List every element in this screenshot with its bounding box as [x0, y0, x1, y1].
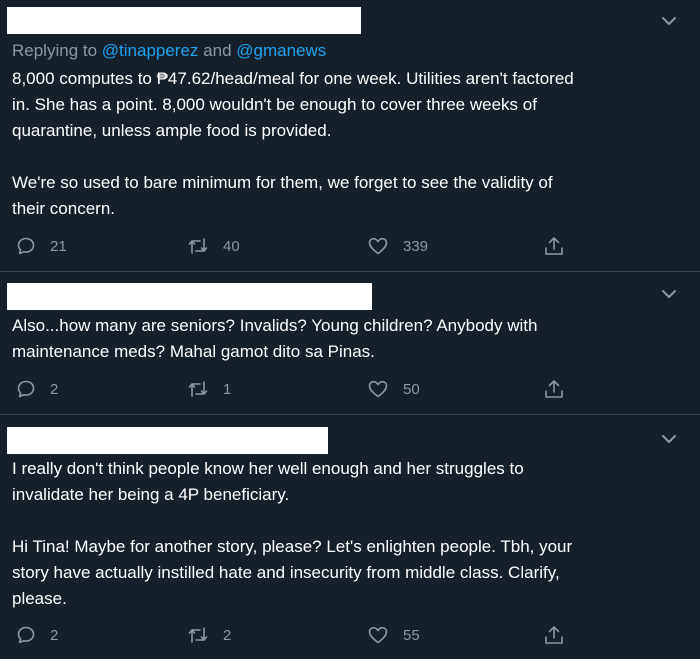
reply-button[interactable]: 21	[16, 231, 67, 261]
like-button[interactable]: 339	[367, 231, 428, 261]
reply-button[interactable]: 2	[16, 620, 58, 650]
retweet-button[interactable]: 1	[187, 374, 231, 404]
replying-to: Replying to @tinapperez and @gmanews	[12, 41, 326, 61]
redacted-username	[7, 283, 372, 310]
like-count: 50	[403, 380, 420, 398]
tweet-2[interactable]: Also...how many are seniors? Invalids? Y…	[0, 272, 700, 413]
replying-to-label: Replying to	[12, 41, 102, 60]
share-icon	[543, 235, 565, 257]
heart-icon	[367, 625, 389, 645]
speech-bubble-icon	[16, 379, 36, 399]
retweet-icon	[187, 236, 209, 256]
share-icon	[543, 378, 565, 400]
tweet-1[interactable]: Replying to @tinapperez and @gmanews 8,0…	[0, 0, 700, 270]
retweet-count: 2	[223, 626, 232, 644]
reply-count: 2	[50, 380, 59, 398]
share-icon	[543, 624, 565, 646]
like-count: 339	[403, 237, 429, 255]
tweet-actions: 2 1 50	[0, 374, 700, 404]
tweet-actions: 2 2 55	[0, 620, 700, 650]
mention-link[interactable]: @tinapperez	[102, 41, 199, 60]
redacted-username	[7, 427, 328, 454]
reply-count: 21	[50, 237, 67, 255]
like-count: 55	[403, 626, 420, 644]
tweet-text: I really don't think people know her wel…	[12, 459, 573, 608]
tweet-text: Also...how many are seniors? Invalids? Y…	[12, 316, 538, 361]
replying-to-and: and	[198, 41, 237, 60]
retweet-count: 40	[223, 237, 240, 255]
tweet-3[interactable]: I really don't think people know her wel…	[0, 415, 700, 659]
reply-button[interactable]: 2	[16, 374, 58, 404]
share-button[interactable]	[543, 620, 565, 650]
tweet-actions: 21 40 339	[0, 231, 700, 261]
chevron-down-icon[interactable]	[660, 12, 678, 30]
like-button[interactable]: 55	[367, 620, 420, 650]
chevron-down-icon[interactable]	[660, 285, 678, 303]
tweet-text: 8,000 computes to ₱47.62/head/meal for o…	[12, 69, 574, 218]
reply-count: 2	[50, 626, 59, 644]
retweet-button[interactable]: 2	[187, 620, 231, 650]
heart-icon	[367, 236, 389, 256]
retweet-button[interactable]: 40	[187, 231, 240, 261]
retweet-count: 1	[223, 380, 232, 398]
like-button[interactable]: 50	[367, 374, 420, 404]
share-button[interactable]	[543, 231, 565, 261]
heart-icon	[367, 379, 389, 399]
chevron-down-icon[interactable]	[660, 430, 678, 448]
redacted-username	[7, 7, 361, 34]
retweet-icon	[187, 379, 209, 399]
retweet-icon	[187, 625, 209, 645]
share-button[interactable]	[543, 374, 565, 404]
speech-bubble-icon	[16, 236, 36, 256]
mention-link[interactable]: @gmanews	[236, 41, 326, 60]
speech-bubble-icon	[16, 625, 36, 645]
